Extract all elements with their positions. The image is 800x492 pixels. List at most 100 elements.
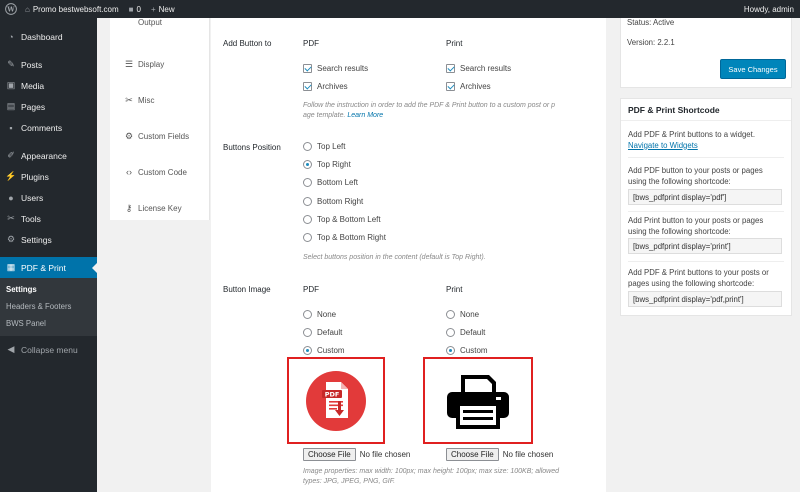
submenu-settings[interactable]: Settings bbox=[0, 281, 97, 298]
sidebar-item-appearance[interactable]: ✐ Appearance bbox=[0, 145, 97, 166]
position-top-bottom-left[interactable]: Top & Bottom Left bbox=[303, 215, 381, 224]
both-shortcode-instructions: Add PDF & Print buttons to your posts or… bbox=[628, 268, 769, 288]
learn-more-link[interactable]: Learn More bbox=[347, 112, 383, 119]
both-shortcode-field[interactable]: [bws_pdfprint display='pdf,print'] bbox=[628, 291, 782, 307]
sidebar-item-comments[interactable]: ▪ Comments bbox=[0, 117, 97, 138]
pdf-image-none-radio[interactable] bbox=[303, 310, 312, 319]
new-content-link[interactable]: + New bbox=[146, 0, 180, 18]
pdf-custom-image-preview: PDF bbox=[287, 357, 385, 444]
tab-license-key[interactable]: ⚷ License Key bbox=[110, 190, 209, 226]
navigate-to-widgets-link[interactable]: Navigate to Widgets bbox=[628, 141, 698, 150]
admin-bar: W ⌂ Promo bestwebsoft.com ■ 0 + New Howd… bbox=[0, 0, 800, 18]
pdf-file-upload: Choose File No file chosen bbox=[303, 448, 410, 461]
pdf-archives-option[interactable]: Archives bbox=[303, 82, 348, 91]
submenu-headers-footers[interactable]: Headers & Footers bbox=[0, 298, 97, 315]
print-search-results-option[interactable]: Search results bbox=[446, 64, 511, 73]
collapse-menu-button[interactable]: ◀ Collapse menu bbox=[0, 339, 97, 360]
position-top-left[interactable]: Top Left bbox=[303, 142, 345, 151]
position-top-left-radio[interactable] bbox=[303, 142, 312, 151]
sidebar-item-dashboard[interactable]: ◔ Dashboard bbox=[0, 26, 97, 47]
print-image-custom-radio[interactable] bbox=[446, 346, 455, 355]
status-text: Status: Active bbox=[627, 18, 675, 27]
print-image-default-radio[interactable] bbox=[446, 328, 455, 337]
divider bbox=[628, 211, 784, 212]
print-shortcode-field[interactable]: [bws_pdfprint display='print'] bbox=[628, 238, 782, 254]
pdf-image-custom-radio[interactable] bbox=[303, 346, 312, 355]
widget-instructions: Add PDF & Print buttons to a widget. Nav… bbox=[628, 130, 755, 150]
sidebar-item-posts[interactable]: ✎ Posts bbox=[0, 54, 97, 75]
account-menu[interactable]: Howdy, admin bbox=[739, 0, 800, 18]
print-archives-checkbox[interactable] bbox=[446, 82, 455, 91]
user-icon: ● bbox=[8, 192, 14, 203]
settings-tabs: Output ☰ Display ✂ Misc ⚙ Custom Fields ‹› C… bbox=[110, 18, 210, 220]
position-bottom-left[interactable]: Bottom Left bbox=[303, 178, 358, 187]
sidebar-item-plugins[interactable]: ⚡ Plugins bbox=[0, 166, 97, 187]
position-bottom-right-radio[interactable] bbox=[303, 197, 312, 206]
sidebar-item-users[interactable]: ● Users bbox=[0, 187, 97, 208]
pdf-search-results-option[interactable]: Search results bbox=[303, 64, 368, 73]
print-image-none-radio[interactable] bbox=[446, 310, 455, 319]
image-print-column-head: Print bbox=[446, 285, 463, 294]
print-shortcode-instructions: Add Print button to your posts or pages … bbox=[628, 216, 764, 236]
plugin-icon: ⚡ bbox=[5, 171, 17, 181]
tab-display[interactable]: ☰ Display bbox=[110, 46, 209, 82]
tab-custom-code[interactable]: ‹› Custom Code bbox=[110, 154, 209, 190]
pdf-document-icon: PDF bbox=[306, 370, 366, 431]
key-icon: ⚷ bbox=[125, 202, 133, 213]
sidebar-item-pages[interactable]: ▤ Pages bbox=[0, 96, 97, 117]
save-changes-button[interactable]: Save Changes bbox=[720, 59, 786, 79]
pdf-archives-checkbox[interactable] bbox=[303, 82, 312, 91]
print-image-none[interactable]: None bbox=[446, 310, 479, 319]
sidebar-item-tools[interactable]: ✂ Tools bbox=[0, 208, 97, 229]
dashboard-icon: ◔ bbox=[8, 31, 14, 42]
sidebar-item-settings[interactable]: ⚙ Settings bbox=[0, 229, 97, 250]
wordpress-logo-icon[interactable]: W bbox=[2, 0, 20, 18]
print-image-custom[interactable]: Custom bbox=[446, 346, 488, 355]
print-search-results-checkbox[interactable] bbox=[446, 64, 455, 73]
pdf-image-default[interactable]: Default bbox=[303, 328, 342, 337]
position-hint: Select buttons position in the content (… bbox=[303, 254, 486, 261]
gear-icon: ⚙ bbox=[124, 130, 134, 141]
pin-icon: ✎ bbox=[7, 59, 15, 69]
position-bottom-right[interactable]: Bottom Right bbox=[303, 197, 363, 206]
code-icon: ‹› bbox=[126, 167, 132, 177]
svg-text:PDF: PDF bbox=[325, 390, 340, 398]
tab-output[interactable]: Output bbox=[110, 18, 209, 28]
sidebar-item-pdf-print[interactable]: ▦ PDF & Print bbox=[0, 257, 97, 278]
pdf-choose-file-button[interactable]: Choose File bbox=[303, 448, 356, 461]
page-icon: ▤ bbox=[6, 101, 16, 111]
site-name-link[interactable]: ⌂ Promo bestwebsoft.com bbox=[20, 0, 124, 18]
tab-custom-fields[interactable]: ⚙ Custom Fields bbox=[110, 118, 209, 154]
pdf-image-none[interactable]: None bbox=[303, 310, 336, 319]
print-choose-file-button[interactable]: Choose File bbox=[446, 448, 499, 461]
divider bbox=[628, 261, 784, 262]
position-top-right[interactable]: Top Right bbox=[303, 160, 351, 169]
admin-sidebar: ◔ Dashboard ✎ Posts ▣ Media ▤ Pages ▪ Comment… bbox=[0, 18, 97, 492]
publish-box: Status: Active Version: 2.2.1 Save Chang… bbox=[620, 18, 792, 88]
printer-icon bbox=[447, 374, 509, 429]
position-top-right-radio[interactable] bbox=[303, 160, 312, 169]
tab-misc[interactable]: ✂ Misc bbox=[110, 82, 209, 118]
print-image-default[interactable]: Default bbox=[446, 328, 485, 337]
pdf-column-head: PDF bbox=[303, 39, 319, 48]
submenu-bws-panel[interactable]: BWS Panel bbox=[0, 315, 97, 332]
comment-bubble-icon: ■ bbox=[128, 4, 134, 14]
comments-link[interactable]: ■ 0 bbox=[124, 0, 146, 18]
collapse-arrow-icon: ◀ bbox=[7, 344, 15, 354]
settings-icon: ⚙ bbox=[6, 234, 16, 244]
divider bbox=[628, 157, 784, 158]
list-icon: ☰ bbox=[124, 58, 134, 69]
pdf-image-custom[interactable]: Custom bbox=[303, 346, 345, 355]
pdf-image-default-radio[interactable] bbox=[303, 328, 312, 337]
button-image-label: Button Image bbox=[223, 285, 271, 294]
print-archives-option[interactable]: Archives bbox=[446, 82, 491, 91]
pdf-shortcode-field[interactable]: [bws_pdfprint display='pdf'] bbox=[628, 189, 782, 205]
pdf-search-results-checkbox[interactable] bbox=[303, 64, 312, 73]
position-bottom-left-radio[interactable] bbox=[303, 178, 312, 187]
position-top-bottom-right[interactable]: Top & Bottom Right bbox=[303, 233, 386, 242]
media-icon: ▣ bbox=[6, 80, 16, 90]
position-top-bottom-right-radio[interactable] bbox=[303, 233, 312, 242]
position-top-bottom-left-radio[interactable] bbox=[303, 215, 312, 224]
pdf-shortcode-instructions: Add PDF button to your posts or pages us… bbox=[628, 166, 763, 186]
sidebar-item-media[interactable]: ▣ Media bbox=[0, 75, 97, 96]
